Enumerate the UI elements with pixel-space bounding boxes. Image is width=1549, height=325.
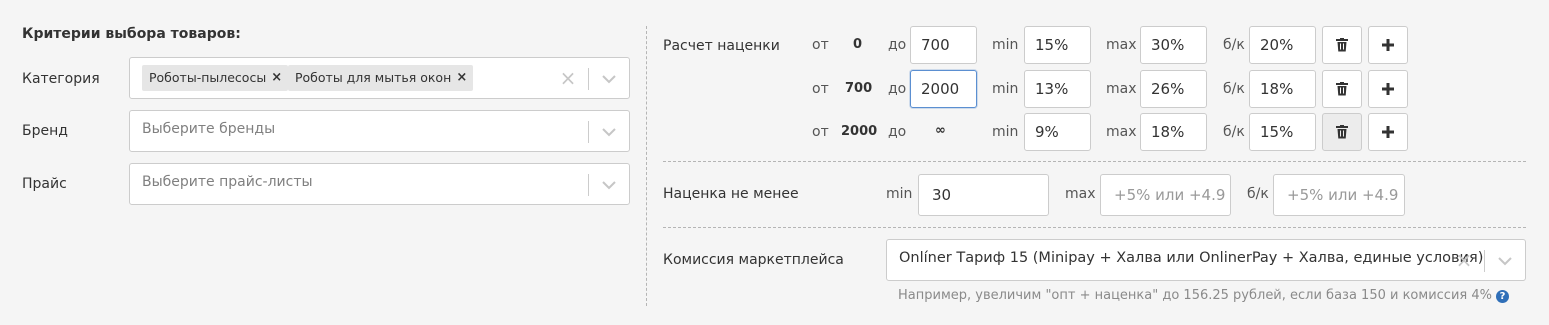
- category-select[interactable]: Роботы-пылесосы × Роботы для мытья окон …: [129, 57, 630, 99]
- min-markup-label: Наценка не менее: [663, 186, 799, 202]
- row-max-input[interactable]: 30%: [1140, 26, 1207, 64]
- tag-label: Роботы-пылесосы: [149, 70, 267, 85]
- row-bk-input[interactable]: 20%: [1249, 26, 1316, 64]
- max-label: max: [1106, 124, 1137, 140]
- clear-icon[interactable]: ×: [1455, 250, 1473, 270]
- criteria-title: Критерии выбора товаров:: [22, 26, 241, 42]
- min-label: min: [992, 37, 1019, 53]
- from-label: от: [812, 81, 829, 97]
- delete-row-button[interactable]: [1322, 26, 1362, 64]
- price-list-label: Прайс: [22, 176, 67, 192]
- row-max-input[interactable]: 26%: [1140, 70, 1207, 108]
- trash-icon: [1336, 38, 1348, 52]
- bk-label: б/к: [1223, 81, 1245, 97]
- max-label: max: [1106, 37, 1137, 53]
- row-bk-input[interactable]: 15%: [1249, 113, 1316, 151]
- select-separator: [1484, 250, 1485, 272]
- markup-title: Расчет наценки: [663, 38, 780, 54]
- category-tag-robot-vacuums: Роботы-пылесосы ×: [142, 65, 289, 91]
- min-markup-min-input[interactable]: 30: [918, 174, 1049, 216]
- category-tag-window-robots: Роботы для мытья окон ×: [288, 65, 474, 91]
- select-separator: [588, 68, 589, 90]
- to-label: до: [888, 124, 907, 140]
- row-from-value: 700: [845, 81, 873, 96]
- row-to-input[interactable]: 700: [910, 26, 977, 64]
- commission-select[interactable]: Onlíner Тариф 15 (Minipay + Халва или On…: [886, 239, 1526, 281]
- row-to-input[interactable]: 2000: [910, 70, 977, 108]
- chevron-down-icon[interactable]: [600, 176, 618, 194]
- trash-icon: [1336, 125, 1348, 139]
- infinity-symbol: ∞: [935, 123, 946, 138]
- plus-icon: [1382, 126, 1394, 138]
- min-label: min: [992, 124, 1019, 140]
- bk-label: б/к: [1223, 124, 1245, 140]
- bk-label: б/к: [1223, 37, 1245, 53]
- to-label: до: [888, 81, 907, 97]
- vertical-divider: [646, 26, 647, 306]
- row-from-value: 0: [853, 37, 863, 52]
- brand-select[interactable]: Выберите бренды: [129, 110, 630, 152]
- section-divider: [663, 227, 1526, 228]
- row-bk-input[interactable]: 18%: [1249, 70, 1316, 108]
- row-max-input[interactable]: 18%: [1140, 113, 1207, 151]
- section-divider: [663, 161, 1526, 162]
- min-label: min: [886, 186, 913, 202]
- plus-icon: [1382, 39, 1394, 51]
- tag-remove-icon[interactable]: ×: [456, 65, 467, 91]
- chevron-down-icon[interactable]: [600, 70, 618, 88]
- price-list-select[interactable]: Выберите прайс-листы: [129, 163, 630, 205]
- row-min-input[interactable]: 9%: [1024, 113, 1091, 151]
- max-label: max: [1065, 186, 1096, 202]
- brand-placeholder: Выберите бренды: [142, 121, 276, 137]
- delete-row-button[interactable]: [1322, 113, 1362, 151]
- add-row-button[interactable]: [1368, 70, 1408, 108]
- min-label: min: [992, 81, 1019, 97]
- from-label: от: [812, 37, 829, 53]
- row-min-input[interactable]: 15%: [1024, 26, 1091, 64]
- help-icon[interactable]: ?: [1496, 290, 1509, 303]
- from-label: от: [812, 124, 829, 140]
- bk-label: б/к: [1247, 186, 1269, 202]
- chevron-down-icon[interactable]: [600, 123, 618, 141]
- commission-hint: Например, увеличим "опт + наценка" до 15…: [898, 288, 1492, 303]
- price-list-placeholder: Выберите прайс-листы: [142, 174, 313, 190]
- row-min-input[interactable]: 13%: [1024, 70, 1091, 108]
- min-markup-max-input[interactable]: +5% или +4.9: [1100, 174, 1231, 216]
- category-label: Категория: [22, 71, 100, 87]
- tag-remove-icon[interactable]: ×: [271, 65, 282, 91]
- trash-icon: [1336, 82, 1348, 96]
- select-separator: [588, 121, 589, 143]
- chevron-down-icon[interactable]: [1496, 252, 1514, 270]
- to-label: до: [888, 37, 907, 53]
- brand-label: Бренд: [22, 123, 68, 139]
- min-markup-bk-input[interactable]: +5% или +4.9: [1273, 174, 1405, 216]
- commission-value: Onlíner Тариф 15 (Minipay + Халва или On…: [899, 250, 1484, 266]
- select-separator: [588, 174, 589, 196]
- plus-icon: [1382, 83, 1394, 95]
- delete-row-button[interactable]: [1322, 70, 1362, 108]
- commission-label: Комиссия маркетплейса: [663, 252, 844, 268]
- clear-icon[interactable]: ×: [559, 68, 577, 88]
- max-label: max: [1106, 81, 1137, 97]
- add-row-button[interactable]: [1368, 113, 1408, 151]
- add-row-button[interactable]: [1368, 26, 1408, 64]
- row-from-value: 2000: [841, 124, 878, 139]
- tag-label: Роботы для мытья окон: [295, 70, 452, 85]
